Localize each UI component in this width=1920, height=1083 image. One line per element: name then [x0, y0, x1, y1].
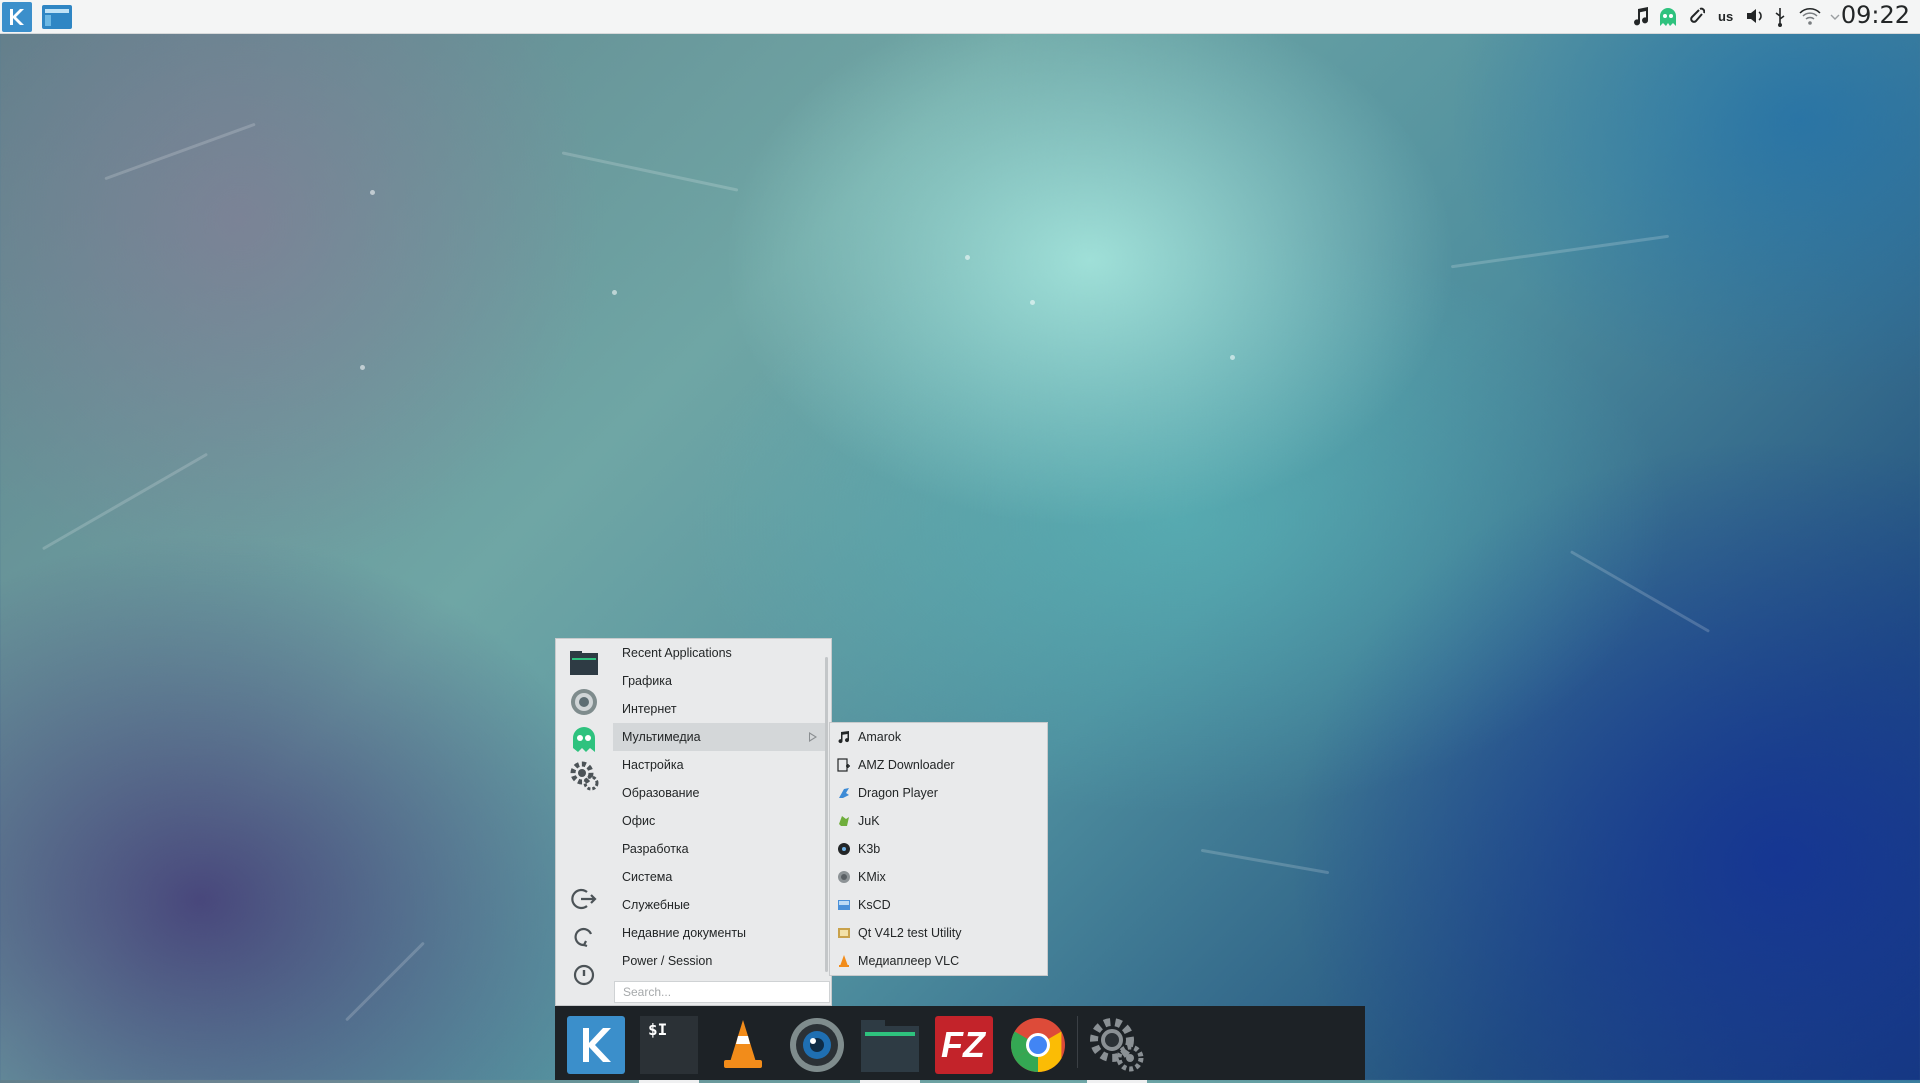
wallpaper-dot [965, 255, 970, 260]
kde-icon [567, 1016, 625, 1074]
submenu-item-label: JuK [858, 814, 880, 828]
top-panel: us 09:22 [0, 0, 1920, 34]
menu-item-internet[interactable]: Интернет [613, 695, 827, 723]
wallpaper-streak [1569, 550, 1711, 633]
menu-item-utilities[interactable]: Служебные [613, 891, 827, 919]
wallpaper-dot [360, 365, 365, 370]
application-menu: Recent Applications Графика Интернет Мул… [555, 638, 832, 1006]
submenu-item-juk[interactable]: JuK [830, 807, 1047, 835]
file-manager-icon[interactable] [569, 649, 599, 679]
menu-item-multimedia[interactable]: Мультимедиа [613, 723, 827, 751]
camera-icon [790, 1018, 844, 1072]
taskbar-file-manager[interactable] [859, 1014, 921, 1083]
menu-item-settings[interactable]: Настройка [613, 751, 827, 779]
camera-icon[interactable] [569, 687, 599, 717]
menu-item-system[interactable]: Система [613, 863, 827, 891]
taskbar-vlc[interactable] [712, 1014, 774, 1076]
vlc-icon [839, 955, 849, 967]
wallpaper-streak [561, 151, 739, 192]
menu-item-graphics[interactable]: Графика [613, 667, 827, 695]
menu-item-power-session[interactable]: Power / Session [613, 947, 827, 975]
folder-icon [861, 1020, 919, 1072]
search-input[interactable] [614, 981, 830, 1003]
wallpaper-dot [370, 190, 375, 195]
window-icon[interactable] [42, 5, 72, 29]
multimedia-submenu: Amarok AMZ Downloader Dragon Player JuK … [829, 722, 1048, 976]
settings-icon[interactable] [569, 761, 599, 791]
submenu-item-vlc[interactable]: Медиаплеер VLC [830, 947, 1047, 975]
ghost-icon[interactable] [1658, 6, 1678, 28]
disc-icon [838, 843, 850, 855]
wallpaper-dot [612, 290, 617, 295]
submenu-item-label: Amarok [858, 730, 902, 744]
filezilla-glyph: FZ [941, 1024, 985, 1065]
taskbar-terminal[interactable]: $I [638, 1014, 700, 1083]
taskbar-kde-launcher[interactable] [565, 1014, 627, 1076]
menu-item-recent-documents[interactable]: Недавние документы [613, 919, 827, 947]
submenu-item-label: Dragon Player [858, 786, 938, 800]
vlc-icon [724, 1020, 762, 1068]
juk-icon [839, 816, 849, 826]
expand-icon[interactable] [1829, 6, 1841, 28]
clip-icon[interactable] [1687, 6, 1706, 28]
taskbar-camera[interactable] [786, 1014, 848, 1076]
application-launcher-button[interactable] [2, 2, 32, 32]
settings-icon [1090, 1018, 1144, 1072]
submenu-arrow-icon [809, 732, 817, 742]
taskbar: $I FZ [555, 1006, 1365, 1083]
music-note-icon [838, 731, 850, 744]
menu-scrollbar[interactable] [825, 657, 828, 972]
menu-item-office[interactable]: Офис [613, 807, 827, 835]
menu-item-recent-applications[interactable]: Recent Applications [613, 639, 827, 667]
video-icon [838, 928, 850, 938]
power-icon[interactable] [569, 960, 599, 990]
download-icon [837, 758, 850, 772]
submenu-item-kscd[interactable]: KsCD [830, 891, 1047, 919]
submenu-item-label: KMix [858, 870, 886, 884]
wallpaper-streak [1450, 234, 1670, 269]
dragon-icon [839, 788, 849, 798]
clock[interactable]: 09:22 [1841, 1, 1910, 29]
mixer-icon [838, 871, 850, 883]
submenu-item-amarok[interactable]: Amarok [830, 723, 1047, 751]
taskbar-chrome[interactable] [1007, 1014, 1069, 1076]
wallpaper-dot [1230, 355, 1235, 360]
menu-item-development[interactable]: Разработка [613, 835, 827, 863]
wallpaper-streak [41, 452, 209, 551]
submenu-item-kmix[interactable]: KMix [830, 863, 1047, 891]
usb-icon[interactable] [1773, 6, 1787, 28]
submenu-item-dragon-player[interactable]: Dragon Player [830, 779, 1047, 807]
submenu-item-label: Медиаплеер VLC [858, 954, 960, 968]
submenu-item-label: AMZ Downloader [858, 758, 955, 772]
taskbar-filezilla[interactable]: FZ [933, 1014, 995, 1076]
taskbar-separator [1077, 1016, 1078, 1068]
wallpaper-dot [1030, 300, 1035, 305]
logout-icon[interactable] [569, 884, 599, 914]
restart-icon[interactable] [569, 922, 599, 952]
menu-item-label: Мультимедиа [622, 730, 701, 744]
terminal-glyph: $I [648, 1020, 668, 1039]
menu-item-education[interactable]: Образование [613, 779, 827, 807]
submenu-item-k3b[interactable]: K3b [830, 835, 1047, 863]
ghost-icon[interactable] [569, 724, 599, 754]
taskbar-settings[interactable] [1086, 1014, 1148, 1083]
music-note-icon[interactable] [1633, 6, 1651, 28]
wallpaper-streak [1200, 848, 1330, 875]
submenu-item-label: Qt V4L2 test Utility [858, 926, 962, 940]
chrome-icon [1010, 1018, 1065, 1072]
wifi-icon[interactable] [1798, 6, 1822, 28]
kde-icon [10, 9, 24, 25]
speaker-icon[interactable] [1745, 6, 1765, 28]
submenu-item-amz-downloader[interactable]: AMZ Downloader [830, 751, 1047, 779]
wallpaper-streak [104, 122, 256, 181]
submenu-item-label: K3b [858, 842, 881, 856]
submenu-item-label: KsCD [858, 898, 891, 912]
menu-sidebar [556, 639, 612, 1005]
wallpaper-streak [345, 941, 425, 1022]
keyboard-layout-indicator[interactable]: us [1718, 6, 1733, 28]
cd-icon [838, 900, 850, 910]
submenu-item-qt-v4l2[interactable]: Qt V4L2 test Utility [830, 919, 1047, 947]
